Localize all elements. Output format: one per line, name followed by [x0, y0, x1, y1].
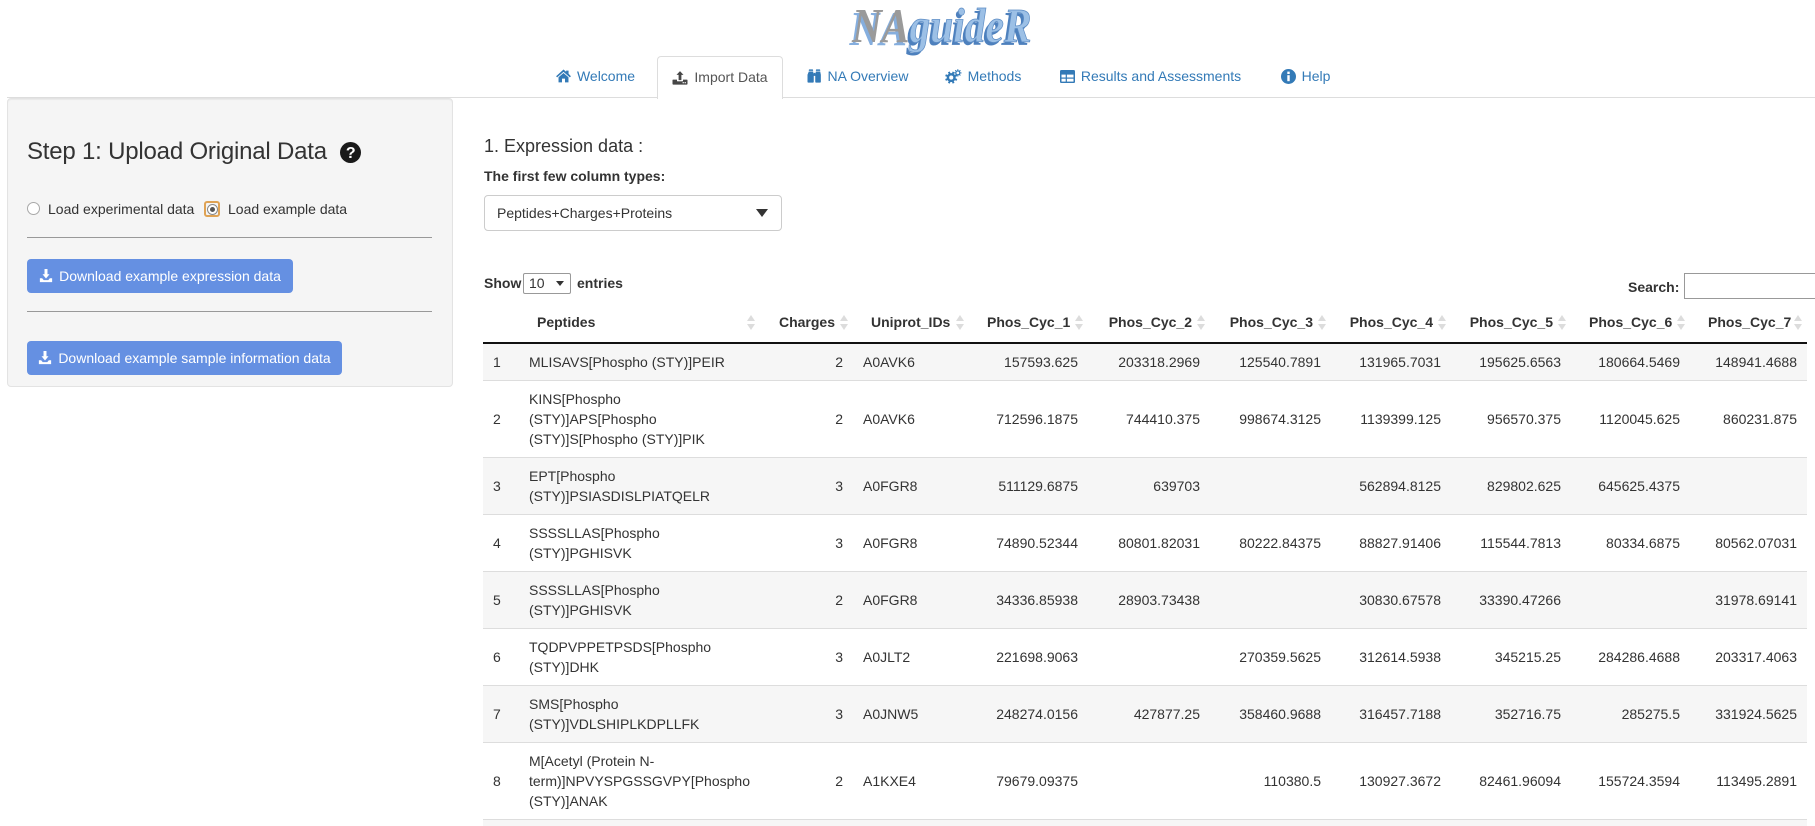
svg-text:?: ? [346, 145, 356, 162]
